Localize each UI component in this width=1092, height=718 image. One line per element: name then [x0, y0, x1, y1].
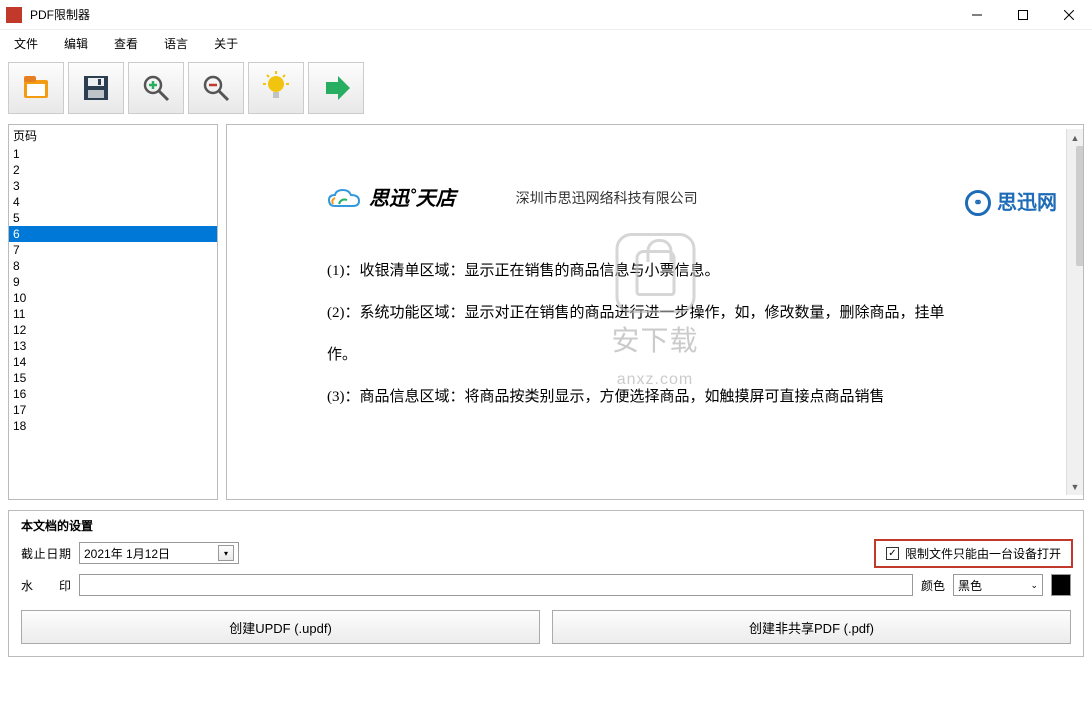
main-area: 页码 123456789101112131415161718 思迅˚天店 深圳市…: [0, 120, 1092, 500]
page-item-6[interactable]: 6: [9, 226, 217, 242]
color-label: 颜色: [921, 577, 945, 594]
brand-right-text: 思迅网: [997, 179, 1057, 227]
menu-file[interactable]: 文件: [10, 33, 42, 54]
page-item-7[interactable]: 7: [9, 242, 217, 258]
close-button[interactable]: [1046, 0, 1092, 30]
create-pdf-label: 创建非共享PDF (.pdf): [749, 618, 874, 637]
page-item-3[interactable]: 3: [9, 178, 217, 194]
page-item-5[interactable]: 5: [9, 210, 217, 226]
page-item-15[interactable]: 15: [9, 370, 217, 386]
page-item-14[interactable]: 14: [9, 354, 217, 370]
create-updf-label: 创建UPDF (.updf): [229, 618, 332, 637]
page-item-9[interactable]: 9: [9, 274, 217, 290]
page-item-1[interactable]: 1: [9, 146, 217, 162]
page-item-4[interactable]: 4: [9, 194, 217, 210]
color-select[interactable]: 黑色 ⌄: [953, 574, 1043, 596]
restrict-device-box[interactable]: ✓ 限制文件只能由一台设备打开: [874, 539, 1073, 568]
color-swatch[interactable]: [1051, 574, 1071, 596]
window-title: PDF限制器: [30, 6, 954, 23]
page-item-12[interactable]: 12: [9, 322, 217, 338]
menu-edit[interactable]: 编辑: [60, 33, 92, 54]
app-icon: [6, 7, 22, 23]
page-item-18[interactable]: 18: [9, 418, 217, 434]
doc-line-2: (2)：系统功能区域：显示对正在销售的商品进行进一步操作，如，修改数量，删除商品…: [327, 295, 1043, 331]
window-controls: [954, 0, 1092, 30]
scroll-up-arrow[interactable]: ▲: [1067, 129, 1084, 146]
restrict-label: 限制文件只能由一台设备打开: [905, 545, 1061, 562]
hint-button[interactable]: [248, 62, 304, 114]
menu-about[interactable]: 关于: [210, 33, 242, 54]
zoom-in-button[interactable]: [128, 62, 184, 114]
cloud-icon: [327, 188, 361, 210]
zoom-out-button[interactable]: [188, 62, 244, 114]
page-item-11[interactable]: 11: [9, 306, 217, 322]
brand-right: ⚭ 思迅网: [965, 179, 1057, 227]
save-button[interactable]: [68, 62, 124, 114]
page-item-2[interactable]: 2: [9, 162, 217, 178]
scroll-down-arrow[interactable]: ▼: [1067, 478, 1084, 495]
doc-line-3: (3)：商品信息区域：将商品按类别显示，方便选择商品，如触摸屏可直接点商品销售: [327, 379, 1043, 415]
create-pdf-button[interactable]: 创建非共享PDF (.pdf): [552, 610, 1071, 644]
date-dropdown-icon[interactable]: ▾: [218, 545, 234, 561]
document-viewer[interactable]: 思迅˚天店 深圳市思迅网络科技有限公司 ⚭ 思迅网 (1)：收银清单区域：显示正…: [226, 124, 1084, 500]
menu-language[interactable]: 语言: [160, 33, 192, 54]
scroll-thumb[interactable]: [1076, 146, 1084, 266]
maximize-button[interactable]: [1000, 0, 1046, 30]
link-icon: ⚭: [965, 190, 991, 216]
menu-view[interactable]: 查看: [110, 33, 142, 54]
page-item-16[interactable]: 16: [9, 386, 217, 402]
doc-line-1: (1)：收银清单区域：显示正在销售的商品信息与小票信息。: [327, 253, 1043, 289]
minimize-button[interactable]: [954, 0, 1000, 30]
restrict-checkbox[interactable]: ✓: [886, 547, 899, 560]
brand-logo: 思迅˚天店: [327, 175, 456, 223]
title-bar: PDF限制器: [0, 0, 1092, 30]
brand-text: 思迅˚天店: [369, 175, 456, 223]
watermark-input[interactable]: [79, 574, 913, 596]
create-updf-button[interactable]: 创建UPDF (.updf): [21, 610, 540, 644]
company-name: 深圳市思迅网络科技有限公司: [516, 182, 698, 216]
toolbar: [0, 56, 1092, 120]
page-item-17[interactable]: 17: [9, 402, 217, 418]
page-item-8[interactable]: 8: [9, 258, 217, 274]
document-content: 思迅˚天店 深圳市思迅网络科技有限公司 ⚭ 思迅网 (1)：收银清单区域：显示正…: [227, 125, 1063, 499]
settings-panel: 本文档的设置 截止日期 2021年 1月12日 ▾ ✓ 限制文件只能由一台设备打…: [8, 510, 1084, 657]
watermark-label: 水印: [21, 577, 71, 594]
chevron-down-icon: ⌄: [1030, 580, 1038, 591]
settings-title: 本文档的设置: [21, 517, 1071, 534]
page-list[interactable]: 页码 123456789101112131415161718: [8, 124, 218, 500]
run-button[interactable]: [308, 62, 364, 114]
page-list-header: 页码: [9, 125, 217, 146]
deadline-input[interactable]: 2021年 1月12日 ▾: [79, 542, 239, 564]
open-button[interactable]: [8, 62, 64, 114]
vertical-scrollbar[interactable]: ▲ ▼: [1066, 129, 1083, 495]
deadline-label: 截止日期: [21, 545, 71, 562]
deadline-value: 2021年 1月12日: [84, 545, 170, 562]
menu-bar: 文件 编辑 查看 语言 关于: [0, 30, 1092, 56]
color-value: 黑色: [958, 577, 982, 594]
page-item-10[interactable]: 10: [9, 290, 217, 306]
doc-line-2b: 作。: [327, 337, 1043, 373]
page-item-13[interactable]: 13: [9, 338, 217, 354]
